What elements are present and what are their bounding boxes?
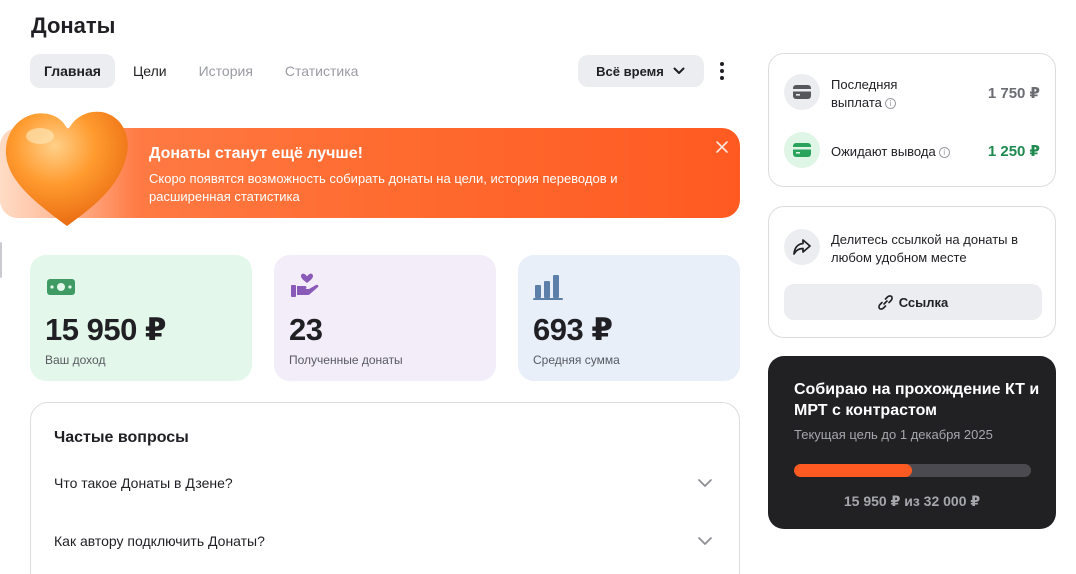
tab-goals[interactable]: Цели [119, 54, 181, 88]
dot-icon [720, 76, 724, 80]
chevron-down-icon [698, 537, 712, 545]
faq-section: Частые вопросы Что такое Донаты в Дзене?… [30, 402, 740, 574]
stat-value: 15 950 ₽ [45, 312, 167, 347]
share-icon [784, 229, 820, 265]
stat-card-income: 15 950 ₽ Ваш доход [30, 255, 252, 381]
copy-link-label: Ссылка [898, 294, 949, 310]
goal-progress-bar [794, 464, 1031, 477]
faq-item[interactable]: Как автору подключить Донаты? [31, 521, 739, 561]
goal-title: Собираю на прохождение КТ и МРТ с контра… [794, 381, 1040, 419]
stat-value: 23 [289, 312, 323, 347]
period-select[interactable]: Всё время [578, 55, 704, 87]
heart-icon [5, 111, 128, 226]
faq-title: Частые вопросы [54, 429, 189, 446]
link-icon [877, 294, 893, 310]
dot-icon [720, 69, 724, 73]
last-payout-label: Последняя выплата i [831, 77, 898, 110]
tab-main[interactable]: Главная [30, 54, 115, 88]
info-icon[interactable]: i [884, 98, 896, 109]
info-icon[interactable]: i [938, 147, 950, 158]
share-card: Делитесь ссылкой на донаты в любом удобн… [768, 206, 1056, 338]
banner-text: Скоро появятся возможность собирать дона… [149, 171, 618, 204]
stat-card-average: 693 ₽ Средняя сумма [518, 255, 740, 381]
banner-title: Донаты станут ещё лучше! [149, 145, 363, 162]
share-text: Делитесь ссылкой на донаты в любом удобн… [831, 232, 1019, 265]
wallet-icon [784, 74, 820, 110]
goal-card[interactable]: Собираю на прохождение КТ и МРТ с контра… [768, 356, 1056, 529]
goal-deadline: Текущая цель до 1 декабря 2025 [794, 427, 993, 442]
goal-amount: 15 950 ₽ из 32 000 ₽ [843, 493, 981, 509]
stat-card-donations: 23 Полученные донаты [274, 255, 496, 381]
page-title: Донаты [31, 13, 116, 38]
period-label: Всё время [596, 63, 664, 79]
tab-statistics[interactable]: Статистика [271, 54, 373, 88]
pending-payout-label: Ожидают вывода i [831, 143, 950, 161]
dot-icon [720, 62, 724, 66]
money-icon [47, 279, 75, 295]
pending-payout-amount: 1 250 ₽ [987, 143, 1040, 160]
tab-bar: Главная Цели История Статистика [30, 54, 372, 88]
copy-link-button[interactable]: Ссылка [784, 284, 1042, 320]
chevron-down-icon [673, 67, 685, 74]
bar-chart-icon [533, 275, 563, 300]
hand-heart-icon [291, 273, 319, 297]
chevron-down-icon [698, 479, 712, 487]
more-options-button[interactable] [712, 58, 732, 84]
payout-card: Последняя выплата i 1 750 ₽ Ожидают вывод… [768, 53, 1056, 187]
stat-label: Средняя сумма [533, 353, 620, 367]
stat-label: Полученные донаты [289, 353, 403, 367]
close-icon[interactable] [713, 138, 731, 156]
side-handle[interactable] [0, 242, 2, 278]
stat-value: 693 ₽ [533, 312, 613, 347]
stat-label: Ваш доход [45, 353, 106, 367]
faq-item[interactable]: Что такое Донаты в Дзене? [31, 463, 739, 503]
card-icon [784, 132, 820, 168]
faq-question: Как автору подключить Донаты? [54, 533, 265, 549]
tab-history[interactable]: История [185, 54, 267, 88]
faq-question: Что такое Донаты в Дзене? [54, 475, 233, 491]
last-payout-amount: 1 750 ₽ [987, 85, 1040, 102]
goal-progress-fill [794, 464, 913, 477]
